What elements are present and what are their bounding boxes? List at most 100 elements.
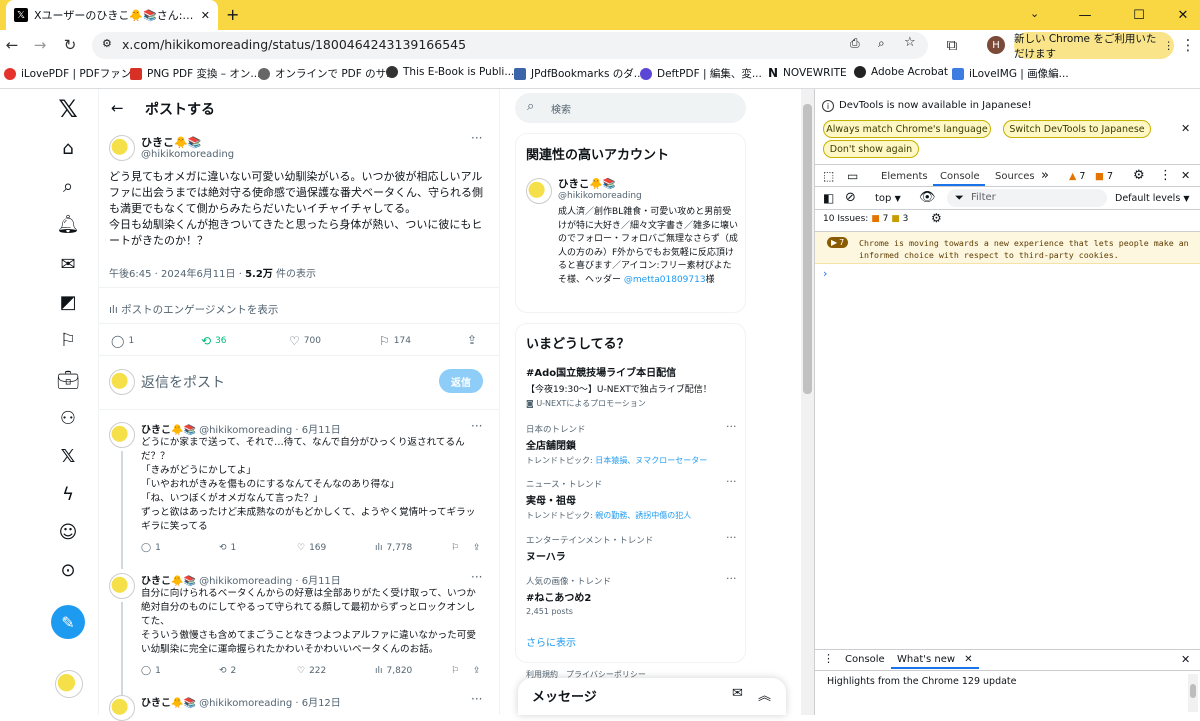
bookmark-item[interactable]: iLoveIMG | 画像編... bbox=[952, 66, 1069, 81]
bookmark-star-icon[interactable]: ☆ bbox=[904, 35, 916, 50]
share-button[interactable]: ⇪ bbox=[473, 666, 481, 676]
trend-item[interactable]: 日本のトレンド 全店舗閉鎖 トレンドトピック: 日本猿損、ヌマクローセーター bbox=[526, 423, 736, 466]
drawer-scrollbar-thumb[interactable] bbox=[1190, 684, 1196, 698]
bookmark-item[interactable]: Adobe Acrobat bbox=[854, 66, 948, 78]
jobs-briefcase-icon[interactable]: 💼︎ bbox=[54, 366, 82, 394]
views-button[interactable]: ılı 7,778 bbox=[375, 543, 412, 553]
messages-envelope-icon[interactable]: ✉ bbox=[54, 250, 82, 278]
new-message-icon[interactable]: ✉ bbox=[732, 686, 743, 701]
communities-icon[interactable]: ⚇ bbox=[54, 404, 82, 432]
more-tabs-icon[interactable]: » bbox=[1041, 168, 1049, 183]
address-bar[interactable]: ⚙ x.com/hikikomoreading/status/180046424… bbox=[92, 32, 928, 59]
verified-orgs-bolt-icon[interactable]: ϟ bbox=[54, 480, 82, 508]
tab-sources[interactable]: Sources bbox=[995, 171, 1035, 182]
inspect-element-icon[interactable]: ⬚ bbox=[823, 169, 834, 183]
close-drawer-icon[interactable]: ✕ bbox=[1181, 653, 1190, 666]
reload-button[interactable]: ↻ bbox=[58, 33, 82, 57]
levels-select[interactable]: Default levels ▼ bbox=[1115, 193, 1189, 204]
maximize-button[interactable]: ☐ bbox=[1116, 0, 1162, 30]
tab-elements[interactable]: Elements bbox=[881, 171, 928, 182]
bookmark-item[interactable]: オンラインで PDF のサ... bbox=[258, 66, 396, 81]
reply-handle-date[interactable]: @hikikomoreading · 6月11日 bbox=[199, 425, 341, 436]
bookmark-item[interactable]: iLovePDF | PDFファン... bbox=[4, 66, 141, 81]
compose-post-button[interactable]: ✎ bbox=[51, 605, 85, 639]
premium-x-icon[interactable]: 𝕏 bbox=[54, 442, 82, 470]
account-avatar[interactable] bbox=[55, 670, 83, 698]
context-select[interactable]: top ▼ bbox=[875, 193, 901, 204]
bookmark-button[interactable]: ⚐ 174 bbox=[379, 334, 411, 348]
bookmark-item[interactable]: PNG PDF 変換 – オン... bbox=[130, 66, 260, 81]
browser-tab[interactable]: 𝕏 Xユーザーのひきこ🐥📚さん:「どう見 ✕ bbox=[6, 0, 218, 30]
more-circle-icon[interactable]: ⊙ bbox=[54, 556, 82, 584]
reply-handle-date[interactable]: @hikikomoreading · 6月12日 bbox=[199, 698, 341, 709]
reply-avatar[interactable] bbox=[109, 695, 135, 721]
reply-more-icon[interactable]: ··· bbox=[471, 570, 482, 584]
close-window-button[interactable]: ✕ bbox=[1160, 0, 1200, 30]
grok-icon[interactable]: ◩ bbox=[54, 288, 82, 316]
page-scrollbar-thumb[interactable] bbox=[803, 104, 812, 394]
trend-item[interactable]: エンターテインメント・トレンド ヌーハラ bbox=[526, 534, 736, 563]
trend-item[interactable]: 人気の画像・トレンド #ねこあつめ2 2,451 posts bbox=[526, 575, 736, 616]
related-name[interactable]: ひきこ🐥📚 bbox=[558, 176, 616, 191]
profile-avatar[interactable]: H bbox=[987, 36, 1005, 54]
repost-button[interactable]: ⟲ 1 bbox=[219, 543, 236, 553]
trend-more-icon[interactable]: ··· bbox=[726, 420, 737, 433]
tab-console[interactable]: Console bbox=[940, 171, 980, 182]
site-info-icon[interactable]: ⚙ bbox=[102, 37, 112, 50]
reply-handle-date[interactable]: @hikikomoreading · 6月11日 bbox=[199, 576, 341, 587]
show-more-link[interactable]: さらに表示 bbox=[526, 634, 576, 649]
related-avatar[interactable] bbox=[526, 178, 552, 204]
reply-button[interactable]: ◯ 1 bbox=[141, 666, 161, 676]
drawer-tab-whatsnew[interactable]: What's new ✕ bbox=[891, 649, 979, 669]
extensions-icon[interactable]: ⧉ bbox=[940, 33, 964, 57]
trend-more-icon[interactable]: ··· bbox=[726, 572, 737, 585]
issues-bar[interactable]: 10 Issues: ■ 7 ■ 3 bbox=[823, 214, 908, 224]
share-button[interactable]: ⇪ bbox=[467, 333, 477, 347]
views-button[interactable]: ılı 7,820 bbox=[375, 666, 412, 676]
device-toolbar-icon[interactable]: ▭ bbox=[847, 169, 858, 183]
bookmark-item[interactable]: JPdfBookmarks のダ... bbox=[514, 66, 644, 81]
home-icon[interactable]: ⌂ bbox=[54, 134, 82, 162]
bookmark-item[interactable]: This E-Book is Publi... bbox=[386, 66, 514, 78]
switch-language-button[interactable]: Switch DevTools to Japanese bbox=[1003, 120, 1151, 138]
browser-menu-icon[interactable]: ⋮ bbox=[1176, 33, 1200, 57]
reply-more-icon[interactable]: ··· bbox=[471, 692, 482, 706]
profile-icon[interactable]: ☺ bbox=[54, 518, 82, 546]
bookmark-button[interactable]: ⚐ bbox=[451, 543, 459, 553]
errors-badge[interactable]: ■ 7 bbox=[1095, 171, 1113, 182]
bookmark-item[interactable]: N NOVEWRITE bbox=[768, 66, 847, 80]
zoom-icon[interactable]: ⌕ bbox=[878, 36, 885, 51]
reply-button[interactable]: ◯ 1 bbox=[111, 334, 134, 348]
like-button[interactable]: ♡ 700 bbox=[289, 334, 321, 348]
drawer-scrollbar[interactable] bbox=[1188, 674, 1198, 712]
post-author-name[interactable]: ひきこ🐥📚 bbox=[141, 134, 201, 150]
x-logo-icon[interactable]: 𝕏 bbox=[54, 95, 82, 123]
close-devtools-icon[interactable]: ✕ bbox=[1181, 169, 1190, 182]
sidebar-toggle-icon[interactable]: ◧ bbox=[823, 191, 834, 205]
related-bio-link[interactable]: @metta01809713 bbox=[624, 275, 706, 285]
match-language-button[interactable]: Always match Chrome's language bbox=[823, 120, 991, 138]
bookmark-button[interactable]: ⚐ bbox=[451, 666, 459, 676]
trend-more-icon[interactable]: ··· bbox=[726, 531, 737, 544]
like-button[interactable]: ♡ 169 bbox=[297, 543, 326, 553]
reply-submit-button[interactable]: 返信 bbox=[439, 369, 483, 393]
chrome-update-button[interactable]: 新しい Chrome をご利用いただけます ⋮ bbox=[1014, 32, 1174, 60]
post-avatar[interactable] bbox=[109, 135, 135, 161]
settings-gear-icon[interactable]: ⚙ bbox=[1133, 168, 1145, 183]
back-arrow-icon[interactable]: ← bbox=[111, 99, 124, 117]
post-time[interactable]: 午後6:45 · 2024年6月11日 · bbox=[109, 269, 245, 280]
tab-close-icon[interactable]: ✕ bbox=[201, 9, 210, 22]
issues-settings-icon[interactable]: ⚙ bbox=[931, 211, 942, 225]
reply-input[interactable]: 返信をポスト bbox=[141, 372, 225, 392]
trend-sub-links[interactable]: 日本猿損、ヌマクローセーター bbox=[595, 456, 707, 465]
share-button[interactable]: ⇪ bbox=[473, 543, 481, 553]
reply-button[interactable]: ◯ 1 bbox=[141, 543, 161, 553]
post-more-icon[interactable]: ··· bbox=[471, 131, 482, 145]
devtools-menu-icon[interactable]: ⋮ bbox=[1159, 168, 1172, 183]
related-handle[interactable]: @hikikomoreading bbox=[558, 191, 642, 201]
messages-drawer[interactable]: メッセージ ✉ ︽ bbox=[518, 678, 786, 715]
post-author-handle[interactable]: @hikikomoreading bbox=[141, 149, 234, 160]
reply-avatar[interactable] bbox=[109, 573, 135, 599]
expand-chevron-icon[interactable]: ︽ bbox=[758, 685, 771, 704]
reply-author-name[interactable]: ひきこ🐥📚 bbox=[141, 425, 196, 436]
